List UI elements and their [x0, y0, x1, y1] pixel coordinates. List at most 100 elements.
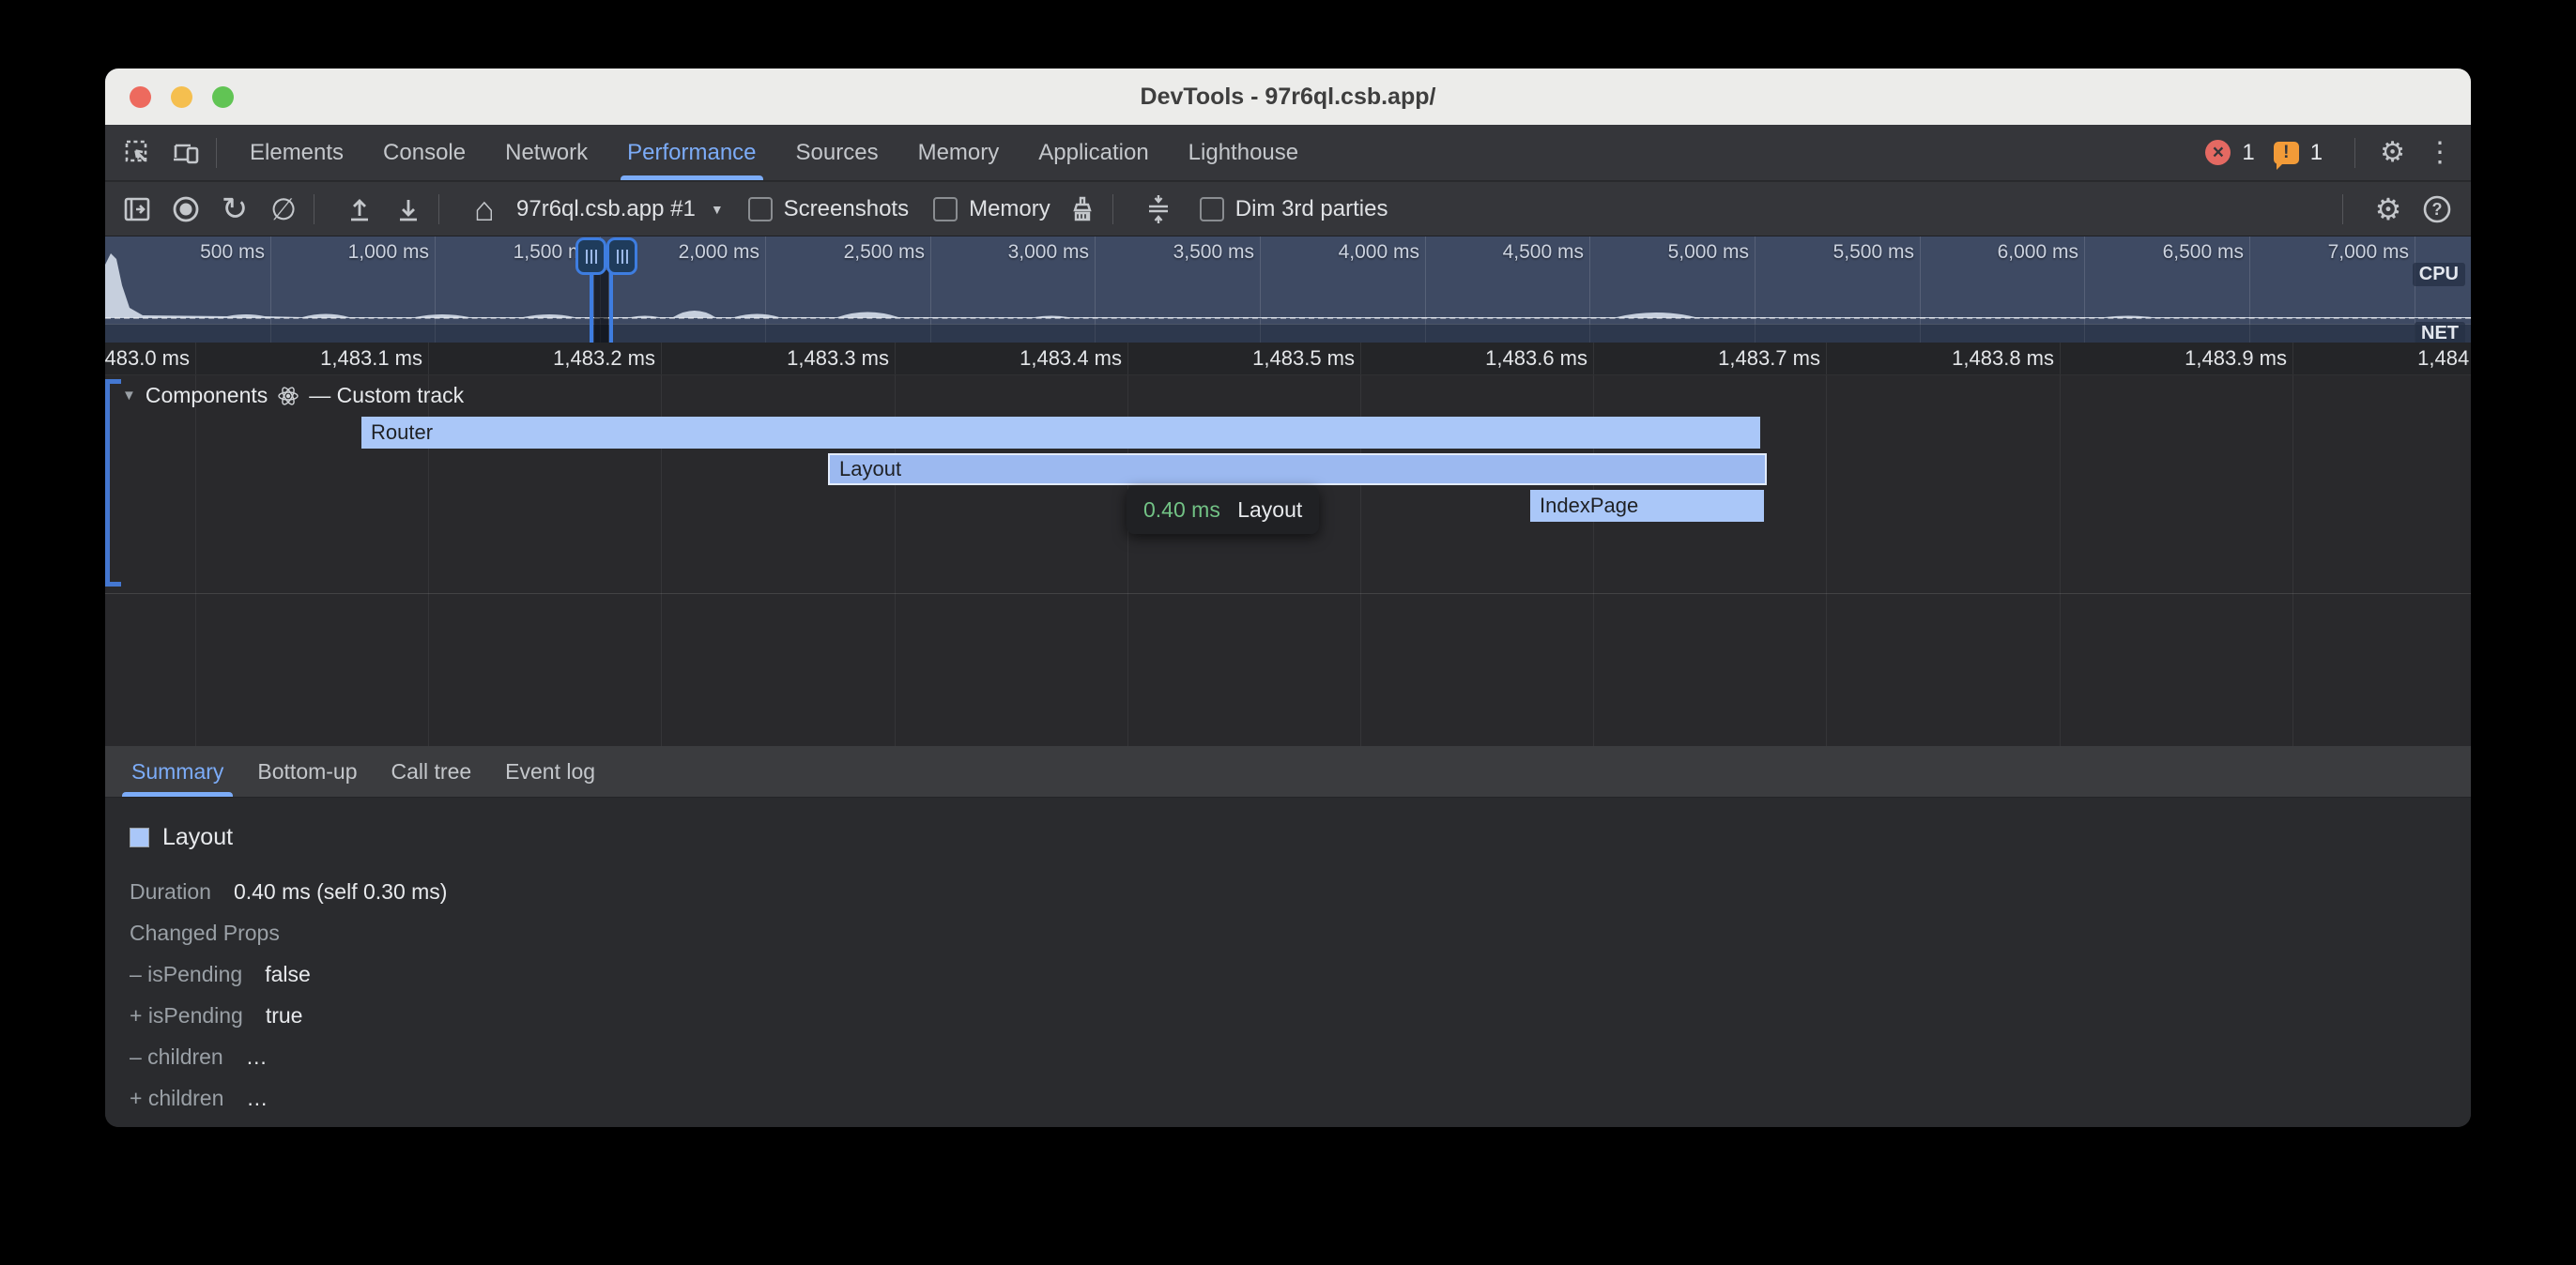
summary-row-value: 0.40 ms (self 0.30 ms): [234, 879, 448, 905]
collapse-shortcuts-icon[interactable]: [1142, 192, 1175, 226]
summary-row-children: – children…: [130, 1036, 447, 1077]
flame-bar-router[interactable]: Router: [361, 417, 1760, 449]
checkbox-box: [1200, 197, 1224, 221]
timeline-overview[interactable]: 500 ms1,000 ms1,500 ms2,000 ms2,500 ms3,…: [105, 236, 2471, 343]
tab-network[interactable]: Network: [485, 125, 607, 180]
details-tab-bottom-up[interactable]: Bottom-up: [240, 746, 374, 797]
tab-sources[interactable]: Sources: [776, 125, 898, 180]
ruler-tick-label: 1,483.7 ms: [1614, 346, 1820, 371]
upload-profile-icon[interactable]: [343, 192, 376, 226]
ruler-tick: [428, 343, 429, 374]
flame-bar-layout[interactable]: Layout: [828, 453, 1767, 485]
ruler-tick: [2292, 343, 2293, 374]
track-header[interactable]: ▼ Components — Custom track: [122, 383, 464, 408]
divider: [2342, 194, 2343, 224]
details-tab-call-tree[interactable]: Call tree: [375, 746, 489, 797]
ruler-tick: [895, 343, 896, 374]
summary-row-label: – children: [130, 1044, 223, 1070]
ruler-tick: [1127, 343, 1128, 374]
target-selector-label: 97r6ql.csb.app #1: [516, 196, 696, 222]
target-selector-dropdown[interactable]: 97r6ql.csb.app #1 ▼: [516, 196, 724, 222]
summary-row-value: false: [265, 962, 311, 987]
flame-gridline: [2060, 375, 2061, 746]
device-toolbar-icon[interactable]: [171, 137, 203, 169]
flame-gridline: [2292, 375, 2293, 746]
ruler-tick-label: 1,483.8 ms: [1848, 346, 2054, 371]
settings-gear-icon[interactable]: ⚙: [2380, 139, 2405, 167]
dock-sidebar-icon[interactable]: [120, 192, 154, 226]
home-live-metrics-icon[interactable]: ⌂: [468, 192, 501, 226]
tab-application[interactable]: Application: [1019, 125, 1168, 180]
ruler-tick-label: 1,483.9 ms: [2080, 346, 2287, 371]
tab-memory[interactable]: Memory: [898, 125, 1020, 180]
tab-elements[interactable]: Elements: [230, 125, 363, 180]
ruler-tick-label: 1,483.3 ms: [682, 346, 889, 371]
help-icon[interactable]: ?: [2420, 192, 2454, 226]
selection-right-line: [609, 265, 613, 343]
selection-range: [594, 270, 608, 343]
record-icon[interactable]: [169, 192, 203, 226]
issue-count[interactable]: 1: [2310, 140, 2323, 166]
screenshots-checkbox[interactable]: Screenshots: [748, 196, 909, 222]
flame-bar-indexpage[interactable]: IndexPage: [1530, 490, 1764, 522]
cpu-lane-label: CPU: [2413, 263, 2465, 286]
ruler-tick-label: 1,483.6 ms: [1381, 346, 1587, 371]
kebab-menu-icon[interactable]: ⋮: [2426, 139, 2454, 167]
collect-garbage-icon[interactable]: [1066, 192, 1099, 226]
memory-checkbox[interactable]: Memory: [933, 196, 1050, 222]
chevron-down-icon: ▼: [711, 202, 724, 217]
ruler-tick-label: 1,483.5 ms: [1148, 346, 1355, 371]
selection-right-handle[interactable]: [606, 237, 637, 275]
tooltip-label: Layout: [1237, 497, 1302, 522]
tab-lighthouse[interactable]: Lighthouse: [1169, 125, 1318, 180]
summary-row-value: true: [266, 1003, 303, 1029]
summary-row-children: + children…: [130, 1077, 447, 1119]
tooltip-duration: 0.40 ms: [1143, 497, 1220, 522]
summary-row-ispending: + isPending true: [130, 995, 447, 1036]
ruler-tick: [1826, 343, 1827, 374]
summary-row-label: + children: [130, 1086, 223, 1111]
ruler-tick: [2060, 343, 2061, 374]
selected-track-bracket: [105, 379, 120, 587]
tabbar-right: × 1 ! 1 ⚙ ⋮: [2205, 138, 2454, 168]
reload-record-icon[interactable]: ↻: [218, 192, 252, 226]
summary-row-label: Changed Props: [130, 921, 280, 946]
details-tab-event-log[interactable]: Event log: [488, 746, 612, 797]
tab-performance[interactable]: Performance: [607, 125, 775, 180]
checkbox-box: [748, 197, 773, 221]
ruler-tick: [661, 343, 662, 374]
flame-gridline: [1826, 375, 1827, 746]
inspect-element-icon[interactable]: [122, 137, 154, 169]
divider: [2354, 138, 2355, 168]
collapse-triangle-icon[interactable]: ▼: [122, 388, 136, 404]
capture-settings-gear-icon[interactable]: ⚙: [2371, 192, 2405, 226]
divider: [216, 138, 217, 168]
track-title: Components: [146, 383, 268, 408]
overview-baseline: [105, 317, 2471, 319]
screen: DevTools - 97r6ql.csb.app/ ElementsConso…: [0, 0, 2576, 1265]
summary-rows: Duration 0.40 ms (self 0.30 ms) Changed Pr…: [130, 871, 447, 1119]
event-color-swatch: [130, 828, 149, 847]
details-tabbar: SummaryBottom-upCall treeEvent log: [105, 746, 2471, 798]
details-tab-summary[interactable]: Summary: [115, 746, 240, 797]
flame-gridline: [195, 375, 196, 746]
summary-legend: Layout: [130, 824, 233, 851]
net-lane-label: NET: [2415, 322, 2465, 343]
summary-row-label: + isPending: [130, 1003, 243, 1029]
issues-badge-icon[interactable]: !: [2274, 142, 2299, 164]
checkbox-box: [933, 197, 958, 221]
selection-left-handle[interactable]: [575, 237, 606, 275]
dim-3rd-parties-label: Dim 3rd parties: [1235, 196, 1388, 222]
summary-row-duration: Duration 0.40 ms (self 0.30 ms): [130, 871, 447, 912]
clear-icon[interactable]: ∅: [267, 192, 300, 226]
download-profile-icon[interactable]: [391, 192, 425, 226]
tab-console[interactable]: Console: [363, 125, 485, 180]
dim-3rd-parties-checkbox[interactable]: Dim 3rd parties: [1200, 196, 1388, 222]
error-badge-icon[interactable]: ×: [2205, 140, 2231, 165]
titlebar: DevTools - 97r6ql.csb.app/: [105, 69, 2471, 125]
error-count[interactable]: 1: [2242, 140, 2254, 166]
summary-row-label: Duration: [130, 879, 211, 905]
track-title-suffix: — Custom track: [309, 383, 464, 408]
panel-tabs: ElementsConsoleNetworkPerformanceSources…: [230, 125, 1318, 180]
flame-chart-panel[interactable]: ▼ Components — Custom track Router Layout…: [105, 375, 2471, 746]
